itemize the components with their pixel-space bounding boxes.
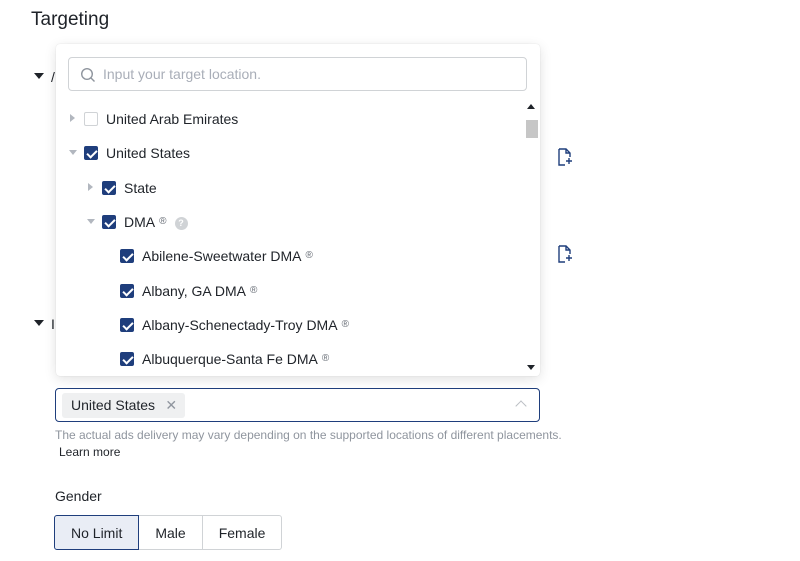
location-name: United States [106, 145, 191, 162]
chevron-up-icon[interactable] [515, 400, 527, 412]
location-search-input[interactable] [103, 58, 513, 90]
location-name: United Arab Emirates [106, 111, 239, 127]
checkbox[interactable] [102, 180, 116, 195]
selected-location-tag: United States ✕ [62, 393, 186, 418]
caret-down-icon[interactable] [34, 320, 44, 326]
tree-row[interactable]: United Arab Emirates [56, 102, 524, 136]
page-title: Targeting [31, 9, 110, 30]
registered-mark: ® [305, 250, 313, 262]
location-name: State [124, 179, 157, 196]
tree-item-label: Albany, GA DMA ® [142, 283, 257, 299]
tree-row[interactable]: State [56, 171, 524, 205]
location-name: Abilene-Sweetwater DMA [142, 248, 302, 265]
gender-option-male[interactable]: Male [138, 515, 203, 550]
tree-item-label: Albuquerque-Santa Fe DMA ® [142, 351, 329, 367]
registered-mark: ® [321, 353, 330, 365]
gender-option-female[interactable]: Female [201, 515, 283, 550]
checkbox[interactable] [120, 317, 134, 332]
tree-item-label: State [124, 180, 157, 196]
section-heading-fragment: / [51, 69, 55, 85]
tree-row[interactable]: Abilene-Sweetwater DMA ® [56, 239, 524, 273]
learn-more-link[interactable]: Learn more [59, 445, 120, 459]
location-dropdown-panel: United Arab Emirates United States State DM… [56, 44, 540, 376]
scroll-up-arrow-icon[interactable] [527, 104, 535, 109]
tree-row[interactable]: Albany, GA DMA ® [56, 274, 524, 308]
location-name: Albany-Schenectady-Troy DMA [142, 316, 338, 333]
tree-item-label: DMA ®? [124, 214, 188, 230]
file-add-icon[interactable] [557, 148, 573, 166]
checkbox[interactable] [102, 214, 116, 229]
tree-row[interactable]: Albuquerque-Santa Fe DMA ® [56, 342, 524, 376]
location-select[interactable]: United States ✕ [55, 388, 540, 422]
tag-label: United States [71, 397, 156, 413]
tree-scrollbar[interactable] [524, 98, 538, 376]
section-heading-fragment: I [51, 316, 55, 332]
checkbox[interactable] [120, 249, 134, 264]
tree-item-label: Abilene-Sweetwater DMA ® [142, 248, 313, 264]
location-name: Albany, GA DMA [142, 282, 247, 299]
checkbox[interactable] [120, 352, 134, 367]
delivery-hint: The actual ads delivery may vary dependi… [55, 428, 562, 442]
registered-mark: ® [159, 215, 167, 227]
location-name: DMA [124, 213, 156, 230]
tree-row[interactable]: Albany-Schenectady-Troy DMA ® [56, 308, 524, 342]
file-add-icon[interactable] [557, 245, 573, 263]
tree-row[interactable]: DMA ®? [56, 205, 524, 239]
scrollbar-thumb[interactable] [526, 120, 538, 138]
close-icon[interactable]: ✕ [165, 393, 177, 418]
collapse-arrow-icon[interactable] [69, 150, 77, 156]
expand-arrow-icon[interactable] [88, 182, 93, 191]
collapse-arrow-icon[interactable] [87, 218, 95, 224]
location-search-box[interactable] [68, 57, 527, 91]
checkbox[interactable] [84, 146, 98, 161]
search-icon [80, 67, 95, 82]
tree-item-label: United Arab Emirates [106, 111, 238, 127]
location-tree: United Arab Emirates United States State DM… [56, 102, 524, 376]
gender-option-no-limit[interactable]: No Limit [54, 515, 140, 550]
location-name: Albuquerque-Santa Fe DMA [142, 351, 318, 368]
checkbox[interactable] [84, 112, 98, 126]
caret-down-icon[interactable] [34, 73, 44, 79]
registered-mark: ® [341, 318, 349, 330]
scroll-down-arrow-icon[interactable] [527, 365, 535, 370]
gender-segmented-control: No Limit Male Female [54, 515, 283, 550]
tree-item-label: Albany-Schenectady-Troy DMA ® [142, 317, 349, 333]
tree-item-label: United States [106, 145, 190, 161]
tree-row[interactable]: United States [56, 136, 524, 170]
checkbox[interactable] [120, 283, 134, 298]
gender-label: Gender [55, 488, 102, 504]
help-icon[interactable]: ? [174, 216, 188, 230]
registered-mark: ® [250, 284, 258, 296]
expand-arrow-icon[interactable] [70, 114, 75, 122]
